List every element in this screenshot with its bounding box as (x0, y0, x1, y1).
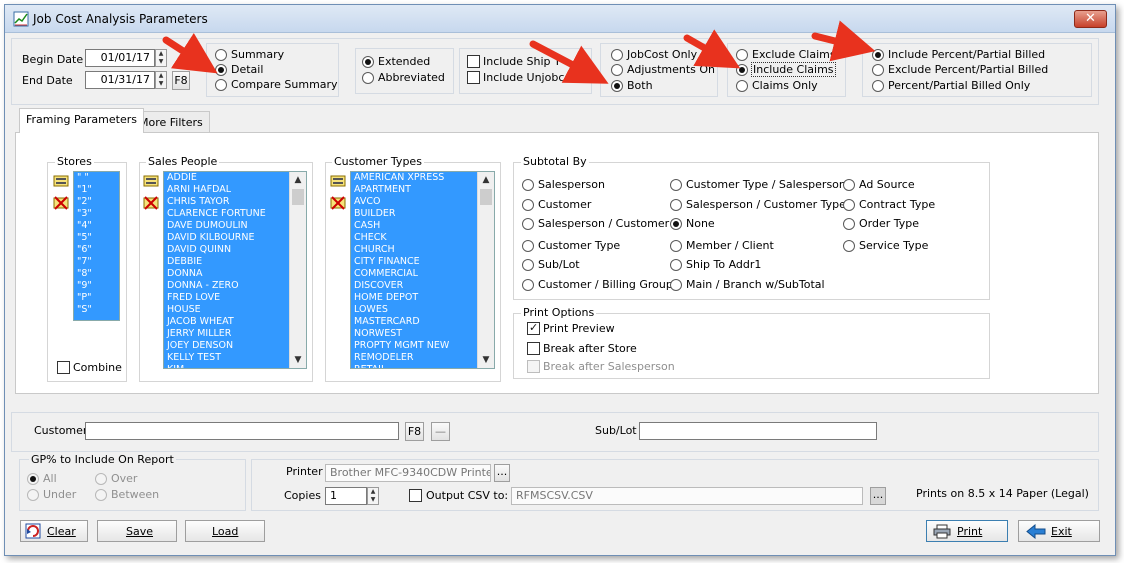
annotation-arrows (162, 20, 876, 84)
tab-framing-parameters[interactable]: Framing Parameters (19, 108, 144, 133)
arrow-both-icon (529, 40, 609, 84)
arrow-include-claims-icon (683, 29, 741, 69)
arrow-billed-icon (811, 20, 876, 62)
arrow-detail-icon (162, 32, 218, 74)
